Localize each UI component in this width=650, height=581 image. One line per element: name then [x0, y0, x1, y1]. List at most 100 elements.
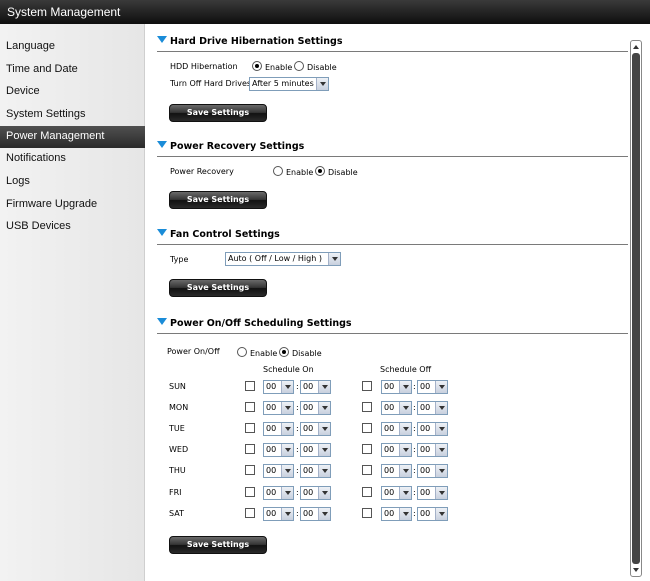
- chevron-down-icon: [281, 508, 293, 520]
- schedule-on-checkbox[interactable]: [245, 402, 255, 412]
- schedule-off-hour-select[interactable]: 00: [381, 401, 412, 415]
- schedule-on-checkbox[interactable]: [245, 444, 255, 454]
- day-label: WED: [169, 445, 189, 454]
- sidebar-item-firmware-upgrade[interactable]: Firmware Upgrade: [0, 194, 145, 216]
- time-colon: :: [413, 488, 416, 497]
- schedule-disable-radio[interactable]: [279, 347, 289, 357]
- schedule-on-hour-select[interactable]: 00: [263, 443, 294, 457]
- schedule-on-checkbox[interactable]: [245, 508, 255, 518]
- sidebar-item-device[interactable]: Device: [0, 81, 145, 103]
- schedule-off-minute-select[interactable]: 00: [417, 464, 448, 478]
- turn-off-label: Turn Off Hard Drives: [170, 79, 252, 88]
- time-colon: :: [413, 382, 416, 391]
- chevron-down-icon: [399, 465, 411, 477]
- schedule-disable-label: Disable: [292, 349, 322, 358]
- schedule-on-minute-select[interactable]: 00: [300, 486, 331, 500]
- recovery-disable-radio[interactable]: [315, 166, 325, 176]
- sidebar-item-notifications[interactable]: Notifications: [0, 148, 145, 170]
- scroll-down-arrow-icon[interactable]: [632, 566, 640, 574]
- schedule-off-checkbox[interactable]: [362, 402, 372, 412]
- fan-save-button[interactable]: Save Settings: [169, 279, 267, 297]
- schedule-off-header: Schedule Off: [380, 365, 432, 374]
- chevron-down-icon: [435, 402, 447, 414]
- sidebar-item-logs[interactable]: Logs: [0, 171, 145, 193]
- schedule-off-checkbox[interactable]: [362, 465, 372, 475]
- schedule-off-hour-select[interactable]: 00: [381, 443, 412, 457]
- sidebar-item-usb-devices[interactable]: USB Devices: [0, 216, 145, 238]
- schedule-off-minute-select[interactable]: 00: [417, 401, 448, 415]
- hibernation-disable-radio[interactable]: [294, 61, 304, 71]
- schedule-on-hour-select[interactable]: 00: [263, 422, 294, 436]
- recovery-section-title: Power Recovery Settings: [157, 141, 304, 155]
- sidebar-item-power-management[interactable]: Power Management: [0, 126, 145, 148]
- hibernation-section-title: Hard Drive Hibernation Settings: [157, 36, 342, 50]
- scrollbar[interactable]: [630, 40, 642, 577]
- hibernation-disable-label: Disable: [307, 63, 337, 72]
- chevron-down-icon: [318, 487, 330, 499]
- chevron-down-icon: [281, 402, 293, 414]
- sidebar-item-label: Power Management: [6, 130, 105, 142]
- sidebar-item-system-settings[interactable]: System Settings: [0, 104, 145, 126]
- schedule-on-minute-select[interactable]: 00: [300, 464, 331, 478]
- schedule-off-hour-select[interactable]: 00: [381, 422, 412, 436]
- time-colon: :: [413, 509, 416, 518]
- chevron-down-icon: [399, 402, 411, 414]
- schedule-on-minute-select[interactable]: 00: [300, 443, 331, 457]
- sidebar: Language Time and Date Device System Set…: [0, 24, 145, 581]
- time-colon: :: [296, 445, 299, 454]
- schedule-on-checkbox[interactable]: [245, 423, 255, 433]
- time-colon: :: [413, 445, 416, 454]
- hibernation-save-button[interactable]: Save Settings: [169, 104, 267, 122]
- main-panel: Hard Drive Hibernation Settings HDD Hibe…: [145, 24, 630, 581]
- schedule-off-hour-select[interactable]: 00: [381, 507, 412, 521]
- schedule-on-hour-select[interactable]: 00: [263, 507, 294, 521]
- sidebar-item-language[interactable]: Language: [0, 36, 145, 58]
- recovery-save-button[interactable]: Save Settings: [169, 191, 267, 209]
- schedule-on-hour-select[interactable]: 00: [263, 401, 294, 415]
- schedule-off-checkbox[interactable]: [362, 444, 372, 454]
- schedule-on-minute-select[interactable]: 00: [300, 422, 331, 436]
- schedule-enable-label: Enable: [250, 349, 278, 358]
- schedule-on-hour-select[interactable]: 00: [263, 486, 294, 500]
- schedule-on-hour-select[interactable]: 00: [263, 380, 294, 394]
- fan-type-label: Type: [170, 255, 189, 264]
- hibernation-enable-radio[interactable]: [252, 61, 262, 71]
- sidebar-item-label: Logs: [6, 175, 30, 187]
- schedule-off-hour-select[interactable]: 00: [381, 380, 412, 394]
- chevron-down-icon: [318, 423, 330, 435]
- scroll-up-arrow-icon[interactable]: [632, 43, 640, 51]
- time-colon: :: [296, 488, 299, 497]
- schedule-off-checkbox[interactable]: [362, 381, 372, 391]
- schedule-on-minute-select[interactable]: 00: [300, 507, 331, 521]
- section-divider: [157, 333, 628, 334]
- schedule-off-minute-select[interactable]: 00: [417, 380, 448, 394]
- schedule-off-checkbox[interactable]: [362, 423, 372, 433]
- schedule-off-minute-select[interactable]: 00: [417, 486, 448, 500]
- schedule-on-hour-select[interactable]: 00: [263, 464, 294, 478]
- scroll-thumb[interactable]: [632, 53, 640, 564]
- schedule-on-checkbox[interactable]: [245, 381, 255, 391]
- schedule-save-button[interactable]: Save Settings: [169, 536, 267, 554]
- schedule-off-hour-select[interactable]: 00: [381, 486, 412, 500]
- section-triangle-icon: [157, 229, 167, 236]
- schedule-enable-radio[interactable]: [237, 347, 247, 357]
- fan-type-select[interactable]: Auto ( Off / Low / High ): [225, 252, 341, 266]
- chevron-down-icon: [399, 444, 411, 456]
- time-colon: :: [296, 382, 299, 391]
- schedule-off-minute-select[interactable]: 00: [417, 507, 448, 521]
- schedule-on-checkbox[interactable]: [245, 465, 255, 475]
- schedule-off-minute-select[interactable]: 00: [417, 422, 448, 436]
- schedule-off-minute-select[interactable]: 00: [417, 443, 448, 457]
- schedule-on-minute-select[interactable]: 00: [300, 380, 331, 394]
- turn-off-select[interactable]: After 5 minutes: [249, 77, 329, 91]
- section-divider: [157, 244, 628, 245]
- sidebar-item-time-and-date[interactable]: Time and Date: [0, 59, 145, 81]
- schedule-off-checkbox[interactable]: [362, 508, 372, 518]
- schedule-off-checkbox[interactable]: [362, 487, 372, 497]
- schedule-on-minute-select[interactable]: 00: [300, 401, 331, 415]
- time-colon: :: [296, 509, 299, 518]
- schedule-on-checkbox[interactable]: [245, 487, 255, 497]
- recovery-enable-radio[interactable]: [273, 166, 283, 176]
- section-triangle-icon: [157, 318, 167, 325]
- schedule-off-hour-select[interactable]: 00: [381, 464, 412, 478]
